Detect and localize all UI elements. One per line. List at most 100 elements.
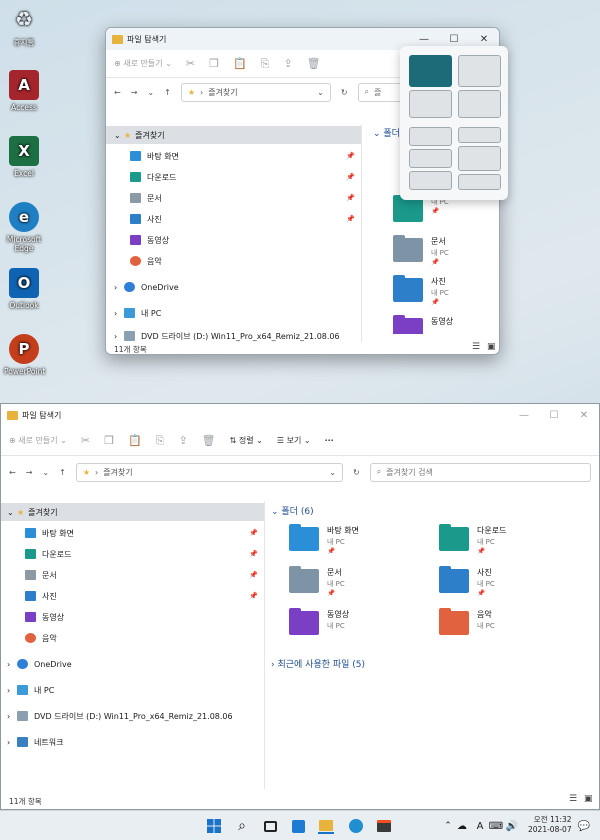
details-view-icon[interactable]: ☰ [569,794,577,804]
folder-item[interactable]: 문서 내 PC 📌 [289,566,345,597]
nav-dvd[interactable]: › DVD 드라이브 (D:) Win11_Pro_x64_Remiz_21.08… [1,707,264,725]
volume-icon[interactable]: 🔊 [504,818,520,834]
snap-zone[interactable] [409,55,452,87]
delete-icon[interactable]: 🗑 [202,434,216,447]
nav-item-pictures[interactable]: 사진 📌 [106,210,361,228]
nav-item-documents[interactable]: 문서 📌 [106,189,361,207]
folder-item[interactable]: 바탕 화면 내 PC 📌 [289,524,359,555]
nav-network[interactable]: › 네트워크 [1,733,264,751]
nav-item-music[interactable]: 음악 [106,252,361,270]
address-bar[interactable]: ★ › 즐겨찾기 ⌄ [75,462,343,482]
nav-item-desktop[interactable]: 바탕 화면 📌 [106,147,361,165]
recent-dropdown-icon[interactable]: ⌄ [147,88,154,97]
nav-dvd[interactable]: › DVD 드라이브 (D:) Win11_Pro_x64_Remiz_21.08… [106,327,361,342]
tiles-view-icon[interactable]: ▣ [487,342,496,352]
clock[interactable]: 오전 11:32 2021-08-07 [528,815,572,835]
sort-button[interactable]: ⇅ 정렬 ⌄ [230,435,263,446]
nav-pane[interactable]: ⌄ ★ 즐겨찾기 바탕 화면 📌 다운로드 📌 문서 📌 사진 📌 동영상 음악 › On… [106,124,362,342]
titlebar[interactable]: 파일 탐색기 — ☐ ✕ [1,404,599,426]
more-button[interactable]: ··· [325,436,334,445]
content-pane[interactable]: ⌄ 폴더 (6) 바탕 화면 내 PC 📌 다운로드 내 PC 📌 문서 내 PC 📌 사진… [267,501,597,791]
section-header[interactable]: ⌄ 폴더 [373,126,400,139]
chevron-down-icon[interactable]: ⌄ [317,88,324,97]
maximize-button[interactable]: ☐ [539,410,569,421]
snap-zone[interactable] [458,55,501,87]
forward-icon[interactable]: → [26,468,33,477]
network-icon[interactable]: ⌨ [488,818,504,834]
snap-zone[interactable] [409,90,452,118]
nav-thispc[interactable]: › 내 PC [1,681,264,699]
nav-item-videos[interactable]: 동영상 [1,608,264,626]
new-button[interactable]: ⊕ 새로 만들기 ⌄ [9,435,67,446]
nav-onedrive[interactable]: › OneDrive [1,655,264,673]
folder-item[interactable]: 문서 내 PC 📌 [393,235,449,266]
access-icon[interactable]: A Access [4,70,44,112]
powerpoint-icon[interactable]: P PowerPoint [4,334,45,376]
refresh-icon[interactable]: ↻ [341,88,348,97]
snap-zone[interactable] [458,90,501,118]
start-icon[interactable] [206,818,222,834]
rename-icon[interactable]: ⎘ [261,57,270,71]
notification-icon[interactable]: 💬 [576,818,592,834]
back-icon[interactable]: ← [9,468,16,477]
main-explorer-window[interactable]: 파일 탐색기 — ☐ ✕ ⊕ 새로 만들기 ⌄ ✂ ❐ 📋 ⎘ ⇪ 🗑 ⇅ 정렬… [0,403,600,810]
nav-thispc[interactable]: › 내 PC [106,304,361,322]
recycle-bin-icon[interactable]: ♻ 휴지통 [4,4,44,48]
details-view-icon[interactable]: ☰ [472,342,480,352]
chevron-down-icon[interactable]: ⌄ [329,468,336,477]
task-view-icon[interactable] [262,818,278,834]
cut-icon[interactable]: ✂ [81,434,90,447]
folder-item[interactable]: 동영상 [393,315,453,334]
widgets-icon[interactable] [290,818,306,834]
rename-icon[interactable]: ⎘ [156,434,165,448]
close-button[interactable]: ✕ [469,34,499,45]
up-icon[interactable]: ↑ [164,88,171,97]
snap-zone[interactable] [458,146,501,171]
nav-item-documents[interactable]: 문서 📌 [1,566,264,584]
folder-item[interactable]: 사진 내 PC 📌 [393,275,449,306]
snap-zone[interactable] [409,127,452,146]
outlook-icon[interactable]: O Outlook [4,268,44,310]
copy-icon[interactable]: ❐ [104,434,114,447]
folder-item[interactable]: 사진 내 PC 📌 [439,566,495,597]
nav-pane[interactable]: ⌄ ★ 즐겨찾기 바탕 화면 📌 다운로드 📌 문서 📌 사진 📌 동영상 음악 › On… [1,501,265,789]
up-icon[interactable]: ↑ [59,468,66,477]
nav-onedrive[interactable]: › OneDrive [106,278,361,296]
folder-item[interactable]: 음악 내 PC [439,608,495,635]
nav-item-desktop[interactable]: 바탕 화면 📌 [1,524,264,542]
nav-item-pictures[interactable]: 사진 📌 [1,587,264,605]
recent-dropdown-icon[interactable]: ⌄ [42,468,49,477]
folder-item[interactable]: 동영상 내 PC [289,608,349,635]
snap-zone[interactable] [458,174,501,190]
close-button[interactable]: ✕ [569,410,599,421]
address-bar[interactable]: ★ › 즐겨찾기 ⌄ [180,82,331,102]
folder-item[interactable]: 다운로드 내 PC 📌 [439,524,506,555]
nav-item-music[interactable]: 음악 [1,629,264,647]
paste-icon[interactable]: 📋 [233,57,247,70]
file-explorer-icon[interactable] [318,818,334,834]
back-icon[interactable]: ← [114,88,121,97]
nav-item-downloads[interactable]: 다운로드 📌 [1,545,264,563]
nav-item-downloads[interactable]: 다운로드 📌 [106,168,361,186]
snap-zone[interactable] [458,127,501,143]
cut-icon[interactable]: ✂ [186,57,195,70]
forward-icon[interactable]: → [131,88,138,97]
paste-icon[interactable]: 📋 [128,434,142,447]
refresh-icon[interactable]: ↻ [353,468,360,477]
snap-zone[interactable] [409,149,452,168]
nav-item-videos[interactable]: 동영상 [106,231,361,249]
cloud-icon[interactable]: ☁ [454,818,470,834]
tiles-view-icon[interactable]: ▣ [584,794,593,804]
new-button[interactable]: ⊕ 새로 만들기 ⌄ [114,58,172,69]
share-icon[interactable]: ⇪ [178,434,187,447]
store-icon[interactable] [376,818,392,834]
maximize-button[interactable]: ☐ [439,34,469,45]
search-icon[interactable]: ⌕ [234,818,250,834]
copy-icon[interactable]: ❐ [209,57,219,70]
nav-favorites[interactable]: ⌄ ★ 즐겨찾기 [106,126,361,144]
delete-icon[interactable]: 🗑 [307,57,321,70]
view-button[interactable]: ☰ 보기 ⌄ [277,435,311,446]
excel-icon[interactable]: X Excel [4,136,44,178]
recent-section-header[interactable]: › 최근에 사용한 파일 (5) [271,657,365,670]
folders-section-header[interactable]: ⌄ 폴더 (6) [271,504,314,517]
